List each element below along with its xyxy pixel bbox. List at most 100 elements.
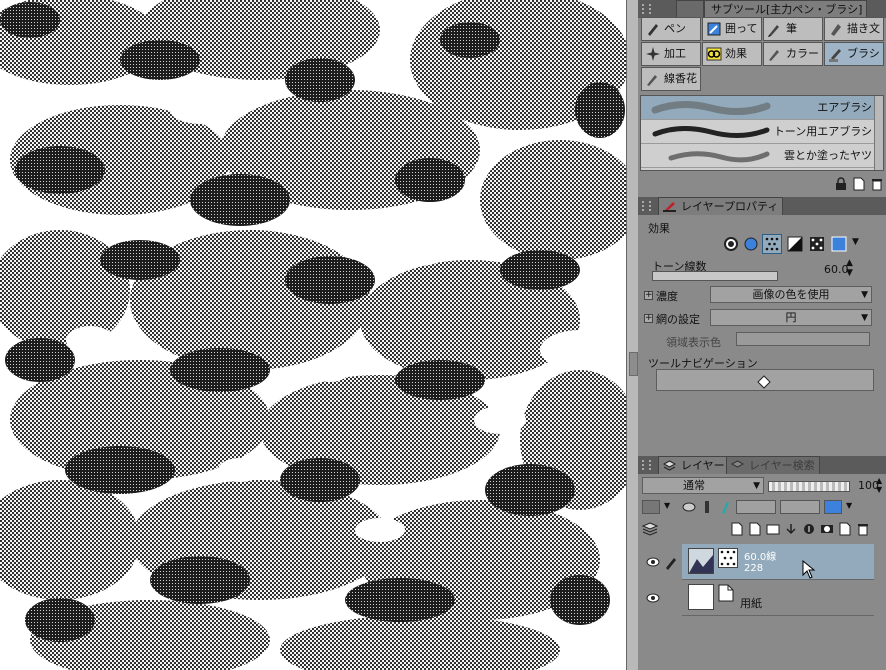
- brush-item-airbrush[interactable]: エアブラシ: [641, 96, 876, 120]
- layer-color-square-icon[interactable]: [830, 235, 848, 253]
- pen-edit-icon[interactable]: [664, 556, 678, 570]
- airbrush-icon: [829, 49, 841, 62]
- brush-item-cloud[interactable]: 雲とか塗ったヤツ: [641, 144, 876, 168]
- subtool-group-process[interactable]: 加工: [641, 42, 701, 66]
- brush-item-tone-airbrush[interactable]: トーン用エアブラシ: [641, 120, 876, 144]
- screen-setting-label: 網の設定: [656, 313, 700, 326]
- chevron-down-icon: ▼: [861, 290, 868, 300]
- enclose-icon: [707, 22, 721, 36]
- mask-create-icon[interactable]: [820, 522, 834, 536]
- tab-layer[interactable]: レイヤー: [658, 456, 730, 474]
- area-color-label: 領域表示色: [666, 336, 721, 349]
- panel-grip-icon[interactable]: [642, 460, 651, 470]
- palette-color-button[interactable]: [642, 500, 660, 514]
- effect-icon: [706, 47, 722, 61]
- trash-icon[interactable]: [856, 522, 870, 536]
- layer-property-header: レイヤープロパティ: [638, 197, 886, 215]
- layer-color-icon[interactable]: [742, 235, 760, 253]
- tone-effect-icon[interactable]: [762, 234, 782, 254]
- transfer-down-icon[interactable]: [784, 522, 798, 536]
- brush-stroke-preview: [668, 151, 770, 163]
- sparkle-icon: [646, 47, 660, 61]
- chevron-down-icon[interactable]: ▼: [846, 501, 852, 510]
- chevron-down-icon[interactable]: ▼: [852, 237, 859, 247]
- subtool-brush-list[interactable]: エアブラシ トーン用エアブラシ 雲とか塗ったヤツ: [640, 95, 884, 171]
- panel-grip-icon[interactable]: [642, 4, 651, 14]
- layer-sub: 228: [744, 563, 764, 574]
- new-vector-layer-icon[interactable]: [748, 522, 762, 536]
- chevron-down-icon: ▼: [861, 313, 868, 323]
- tab-subtool[interactable]: サブツール[主力ペン・ブラシ]: [704, 0, 868, 18]
- layer-toolbar-2: [642, 522, 886, 538]
- new-raster-layer-icon[interactable]: [730, 522, 744, 536]
- layers-icon: [663, 460, 676, 471]
- eye-icon[interactable]: [646, 557, 660, 567]
- panel-grip-icon[interactable]: [642, 201, 651, 211]
- tone-dots-icon: [719, 549, 737, 567]
- reference-icon[interactable]: [700, 500, 714, 514]
- subtool-group-pen[interactable]: ペン: [641, 17, 701, 41]
- scrollbar-thumb[interactable]: [629, 352, 638, 376]
- spin-arrows-icon[interactable]: ▲ ▼: [876, 476, 882, 494]
- eye-icon[interactable]: [646, 593, 660, 603]
- density-select[interactable]: 画像の色を使用 ▼: [710, 286, 872, 303]
- brush-icon: [768, 25, 779, 37]
- new-folder-icon[interactable]: [766, 522, 780, 536]
- threshold-icon[interactable]: [786, 235, 804, 253]
- trash-icon[interactable]: [870, 177, 884, 191]
- layer-color-button[interactable]: [824, 500, 842, 514]
- area-color-swatch[interactable]: [736, 332, 870, 346]
- new-page-icon[interactable]: [852, 177, 866, 191]
- brush-list-scrollbar[interactable]: [874, 96, 883, 170]
- merge-down-icon[interactable]: [802, 522, 816, 536]
- pen-icon: [648, 24, 658, 36]
- subtool-group-effect[interactable]: 効果: [702, 42, 762, 66]
- clip-icon[interactable]: [682, 500, 696, 514]
- layer-list[interactable]: 60.0線 228 用紙: [638, 542, 886, 670]
- draft-icon[interactable]: [718, 500, 732, 514]
- screen-select[interactable]: 円 ▼: [710, 309, 872, 326]
- expand-density-icon[interactable]: +: [644, 291, 653, 300]
- ruler-button[interactable]: [780, 500, 820, 514]
- border-effect-icon[interactable]: [722, 235, 740, 253]
- subtool-group-color[interactable]: カラー: [763, 42, 823, 66]
- subtool-group-airbrush[interactable]: ブラシ: [824, 42, 884, 66]
- density-label: 濃度: [656, 290, 678, 303]
- subtool-tab-label: サブツール[主力ペン・ブラシ]: [711, 3, 863, 16]
- tab-layer-search[interactable]: レイヤー検索: [726, 456, 820, 474]
- mask-button[interactable]: [736, 500, 776, 514]
- tab-layer-property[interactable]: レイヤープロパティ: [658, 197, 784, 215]
- dots-pattern-icon[interactable]: [808, 235, 826, 253]
- lock-icon[interactable]: [834, 177, 848, 191]
- subtool-group-brush[interactable]: 筆: [763, 17, 823, 41]
- tone-lines-slider[interactable]: [652, 271, 778, 281]
- drawing-canvas[interactable]: [0, 0, 626, 670]
- tab-subtool-icon[interactable]: [676, 0, 704, 18]
- spin-arrows-icon[interactable]: ▲ ▼: [846, 258, 853, 278]
- tone-mask-thumbnail: [718, 548, 738, 568]
- eraser-icon: [757, 375, 771, 389]
- subtool-group-enclose[interactable]: 囲って: [702, 17, 762, 41]
- chevron-down-icon: ▼: [753, 481, 760, 491]
- layer-preview: [689, 549, 713, 573]
- subtool-group-sparkler[interactable]: 線香花: [641, 67, 701, 91]
- expand-screen-icon[interactable]: +: [644, 314, 653, 323]
- layer-thumbnail: [688, 584, 714, 610]
- layer-name: 60.0線: [744, 552, 777, 563]
- effect-label: 効果: [648, 222, 670, 235]
- paper-icon: [718, 584, 734, 602]
- tool-navigation-button[interactable]: [656, 369, 874, 391]
- new-page-icon[interactable]: [838, 522, 852, 536]
- brush-stroke-preview: [651, 101, 771, 115]
- blend-mode-select[interactable]: 通常 ▼: [642, 477, 764, 494]
- layer-search-icon: [731, 460, 744, 468]
- chevron-down-icon[interactable]: ▼: [664, 501, 670, 510]
- layer-row-tone[interactable]: 60.0線 228: [682, 544, 874, 580]
- write-icon: [831, 24, 841, 36]
- layer-row-paper[interactable]: 用紙: [682, 580, 874, 616]
- camouflage-halftone-artwork: [0, 0, 626, 670]
- opacity-slider[interactable]: [768, 481, 850, 492]
- subtool-group-write[interactable]: 描き文: [824, 17, 884, 41]
- layers-stack-icon[interactable]: [642, 522, 658, 536]
- layer-thumbnail: [688, 548, 714, 574]
